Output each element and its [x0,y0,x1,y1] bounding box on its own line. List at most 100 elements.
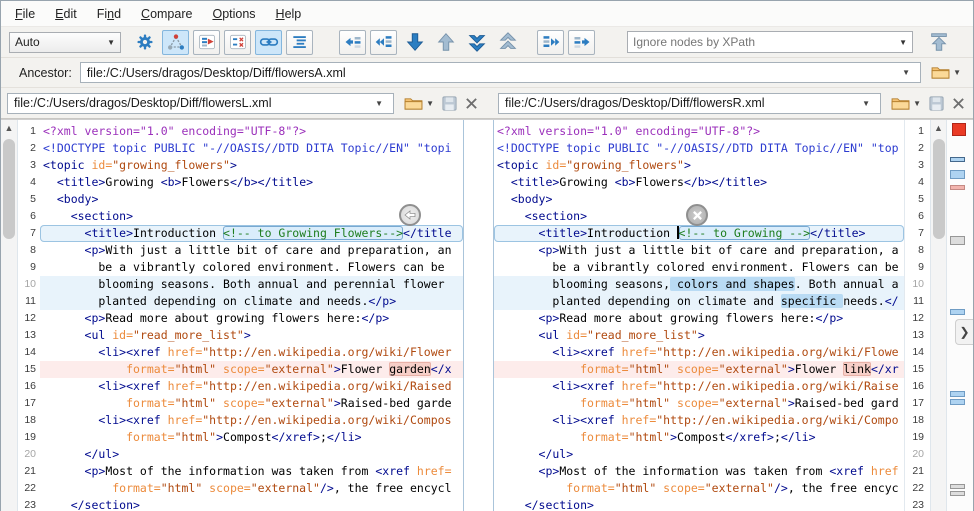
chevron-down-icon[interactable]: ▼ [953,68,961,77]
diff-marker-gray[interactable] [950,484,965,489]
menu-help[interactable]: Help [266,2,312,26]
copy-all-right-icon [541,32,561,52]
diff-marker-red[interactable] [952,123,966,136]
code-line: format="html" scope="external">Flower li… [494,361,904,378]
code-token: href= [416,464,452,478]
left-file-combo[interactable]: file:/C:/Users/dragos/Desktop/Diff/flowe… [7,92,395,114]
scroll-up-icon[interactable]: ▲ [931,120,946,136]
code-token: <body> [497,192,553,206]
close-icon[interactable] [947,93,969,113]
settings-button[interactable] [131,30,158,55]
open-folder-button[interactable] [402,93,424,113]
previous-difference-button[interactable] [432,30,459,55]
diff-marker-gray[interactable] [950,236,965,245]
code-token: "external" [250,481,320,495]
code-line: <title>Introduction <!-- to Growing --><… [494,225,904,242]
open-folder-button[interactable] [889,93,911,113]
code-token: </xr [870,362,899,376]
scroll-up-icon[interactable]: ▲ [1,120,17,136]
save-button[interactable] [925,93,947,113]
diff-marker-blue[interactable] [950,170,965,179]
algorithm-select[interactable]: Auto ▼ [9,31,121,53]
diff-marker-blue[interactable] [950,391,965,397]
menu-file[interactable]: File [5,2,45,26]
three-way-compare-toggle[interactable] [162,29,189,55]
copy-change-to-left-button[interactable] [399,204,421,226]
right-scrollbar[interactable]: ▲ [930,120,947,511]
left-line-numbers: 1 2 3 4 5 6 7 8 9 10 11 12 13 14 15 16 17 18 19 20 21 22 23 [18,120,40,511]
line-number: 4 [30,176,36,188]
save-button[interactable] [438,93,460,113]
code-token: Flower [340,362,390,376]
diff-marker-blue[interactable] [950,399,965,405]
code-line: <?xml version="1.0" encoding="UTF-8"?> [40,123,463,140]
chevron-right-icon: ❯ [959,325,970,339]
copy-change-left-button[interactable] [339,29,366,55]
code-line: <li><xref href="http://en.wikipedia.org/… [40,344,463,361]
right-file-combo[interactable]: file:/C:/Users/dragos/Desktop/Diff/flowe… [498,92,882,114]
line-number: 4 [918,176,924,188]
format-indent-button[interactable] [286,29,313,55]
copy-all-right-button[interactable] [537,29,564,55]
right-code-editor[interactable]: <?xml version="1.0" encoding="UTF-8"?> <!… [494,120,904,511]
copy-all-left-button[interactable] [370,29,397,55]
code-token: <body> [43,192,99,206]
scrollbar-thumb[interactable] [933,139,945,239]
show-flagged-differences-button[interactable] [193,29,220,55]
code-token: format= [497,430,629,444]
menu-compare[interactable]: Compare [131,2,202,26]
chevron-down-icon[interactable]: ▼ [913,99,921,108]
code-token: > [787,396,795,410]
code-line: <li><xref href="http://en.wikipedia.org/… [40,412,463,429]
right-line-numbers: 1 2 3 4 5 6 7 8 9 10 11 12 13 14 15 16 17 18 19 20 21 22 23 [904,120,930,511]
go-first-change-button[interactable] [925,30,952,55]
code-token: specific [780,294,844,308]
code-token: <title> [497,175,560,189]
xpath-ignore-combo[interactable]: Ignore nodes by XPath ▼ [627,31,913,53]
left-code-editor[interactable]: <?xml version="1.0" encoding="UTF-8"?> <!… [40,120,463,511]
diff-marker-gray[interactable] [950,491,965,496]
last-difference-button[interactable] [463,30,490,55]
scrollbar-thumb[interactable] [3,139,15,239]
diff-marker-pink[interactable] [950,185,965,190]
line-number: 11 [913,295,924,307]
next-difference-button[interactable] [401,30,428,55]
line-number: 17 [912,397,924,409]
expand-panel-button[interactable]: ❯ [955,319,973,345]
code-token: <p> [497,464,560,478]
menu-edit[interactable]: Edit [45,2,87,26]
close-icon[interactable] [460,93,482,113]
synchronized-scrolling-toggle[interactable] [255,29,282,55]
ancestor-path-combo[interactable]: file:/C:/Users/dragos/Desktop/Diff/flowe… [79,62,922,83]
code-token: <?xml version="1.0" encoding="UTF-8"?> [497,124,761,138]
line-number: 6 [918,210,924,222]
first-difference-button[interactable] [494,30,521,55]
code-line: <title>Growing <b>Flowers</b></title> [494,174,904,191]
code-line: <topic id="growing_flowers"> [494,157,904,174]
menu-options[interactable]: Options [202,2,265,26]
code-token: "http://en.wikipedia.org/wiki/Raise [656,379,899,393]
code-token: </x [430,362,452,376]
code-token: Growing [105,175,161,189]
ignore-nodes-button[interactable] [224,29,251,55]
left-scrollbar[interactable]: ▲ [1,120,18,511]
diff-comment-box: <!-- to Growing Flowers--> [223,226,404,240]
code-token: . Both annual a [794,277,899,291]
open-folder-button[interactable] [929,63,951,83]
code-token: ; [319,430,327,444]
code-token: <title> [43,175,106,189]
diff-marker-blue[interactable] [950,309,965,315]
code-line: </ul> [494,446,904,463]
chevron-down-icon[interactable]: ▼ [426,99,434,108]
menu-find[interactable]: Find [87,2,131,26]
code-token: scope= [216,362,265,376]
copy-change-right-button[interactable] [568,29,595,55]
line-number: 23 [24,499,36,511]
overview-ruler [947,120,973,511]
code-token: format= [497,481,615,495]
code-token: , the free encycl [333,481,452,495]
code-token: be a vibrantly colored environment. Flow… [43,260,445,274]
line-number: 14 [912,346,924,358]
reject-change-button[interactable] [686,204,708,226]
diff-marker-blueD[interactable] [950,157,965,162]
